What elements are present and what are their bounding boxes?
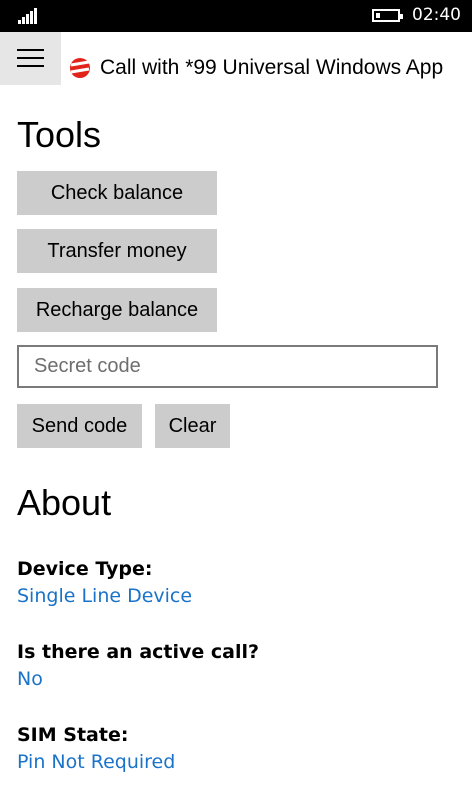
signal-strength-icon [18,8,40,24]
send-code-button[interactable]: Send code [17,404,142,448]
app-logo-icon [70,58,90,78]
active-call-label: Is there an active call? [17,641,260,663]
app-title: Call with *99 Universal Windows App [100,56,444,79]
transfer-money-button[interactable]: Transfer money [17,229,217,273]
status-time: 02:40 [412,5,461,25]
check-balance-button[interactable]: Check balance [17,171,217,215]
status-bar: 02:40 [0,0,472,32]
secret-code-input[interactable] [19,347,436,386]
sim-state-value: Pin Not Required [17,751,176,773]
clear-button[interactable]: Clear [155,404,230,448]
tools-heading: Tools [17,114,102,155]
active-call-value: No [17,668,43,690]
about-heading: About [17,482,112,523]
hamburger-icon [17,49,44,51]
recharge-balance-button[interactable]: Recharge balance [17,288,217,332]
sim-state-label: SIM State: [17,724,129,746]
hamburger-menu-button[interactable] [0,32,61,85]
device-type-label: Device Type: [17,558,153,580]
battery-icon [372,9,403,22]
secret-code-field[interactable] [17,345,438,388]
device-type-value: Single Line Device [17,585,193,607]
